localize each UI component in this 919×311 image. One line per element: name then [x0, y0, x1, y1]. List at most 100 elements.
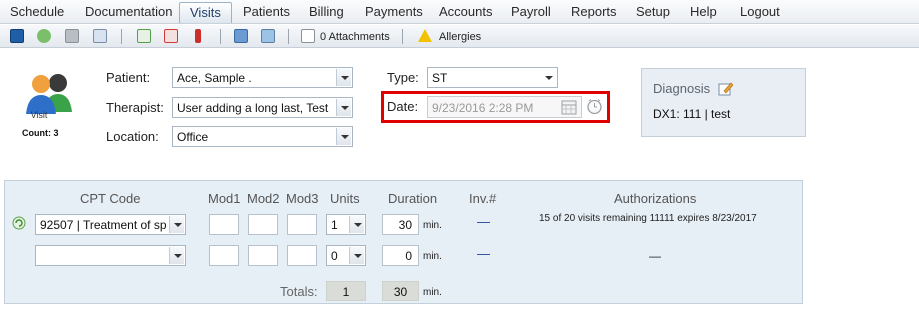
- chevron-down-icon[interactable]: [349, 247, 364, 264]
- sign-icon[interactable]: [195, 29, 201, 43]
- allergies-label[interactable]: Allergies: [439, 31, 481, 43]
- duration-value: 30: [398, 218, 412, 232]
- location-select[interactable]: Office: [172, 126, 353, 147]
- image-icon[interactable]: [261, 29, 275, 43]
- menu-payments[interactable]: Payments: [365, 4, 423, 19]
- header-authorizations: Authorizations: [614, 191, 697, 206]
- units-select-row1[interactable]: 1: [326, 214, 366, 235]
- type-select[interactable]: ST: [427, 67, 558, 88]
- diagnosis-line: DX1: 111 | test: [653, 107, 731, 121]
- chevron-down-icon[interactable]: [336, 99, 351, 116]
- units-value: 1: [331, 218, 338, 232]
- duration-unit: min.: [423, 251, 442, 262]
- toolbar-separator: [288, 29, 289, 44]
- type-label: Type:: [387, 70, 419, 85]
- chevron-down-icon[interactable]: [541, 69, 556, 86]
- date-value: 9/23/2016 2:28 PM: [432, 101, 534, 115]
- menu-payroll[interactable]: Payroll: [511, 4, 551, 19]
- toolbar-separator: [121, 29, 122, 44]
- duration-input-row2[interactable]: 0: [382, 245, 419, 266]
- save-icon[interactable]: [10, 29, 24, 43]
- header-mod3: Mod3: [286, 191, 319, 206]
- menu-patients[interactable]: Patients: [243, 4, 290, 19]
- header-cpt-code: CPT Code: [80, 191, 141, 206]
- chevron-down-icon[interactable]: [169, 216, 184, 233]
- menu-schedule[interactable]: Schedule: [10, 4, 64, 19]
- menu-accounts[interactable]: Accounts: [439, 4, 492, 19]
- attachments-label[interactable]: 0 Attachments: [320, 31, 390, 43]
- totals-duration-value: 30: [393, 285, 408, 299]
- date-input[interactable]: 9/23/2016 2:28 PM: [427, 96, 582, 118]
- location-value: Office: [177, 130, 209, 144]
- toolbar-separator: [402, 29, 403, 44]
- toolbar-separator: [220, 29, 221, 44]
- refresh-icon[interactable]: [37, 29, 51, 43]
- menu-help[interactable]: Help: [690, 4, 717, 19]
- mod3-input[interactable]: [287, 214, 317, 235]
- mod2-input[interactable]: [248, 214, 278, 235]
- duration-value: 0: [405, 249, 412, 263]
- date-label: Date:: [387, 99, 419, 114]
- therapist-value: User adding a long last, Test: [177, 101, 329, 115]
- header-mod1: Mod1: [208, 191, 241, 206]
- header-duration: Duration: [388, 191, 438, 206]
- totals-units: 1: [326, 281, 366, 301]
- mod1-input[interactable]: [209, 214, 239, 235]
- mod2-input[interactable]: [248, 245, 278, 266]
- patient-value: Ace, Sample .: [177, 71, 252, 85]
- menu-reports[interactable]: Reports: [571, 4, 617, 19]
- duration-input-row1[interactable]: 30: [382, 214, 419, 235]
- patient-select[interactable]: Ace, Sample .: [172, 67, 353, 88]
- type-value: ST: [432, 71, 448, 85]
- chevron-down-icon[interactable]: [349, 216, 364, 233]
- chevron-down-icon[interactable]: [169, 247, 184, 264]
- calendar-icon[interactable]: [561, 99, 577, 115]
- header-inv: Inv.#: [469, 191, 497, 206]
- cpt-select-row1[interactable]: 92507 | Treatment of sp: [35, 214, 186, 235]
- menu-billing[interactable]: Billing: [309, 4, 344, 19]
- units-select-row2[interactable]: 0: [326, 245, 366, 266]
- mod1-input[interactable]: [209, 245, 239, 266]
- totals-units-value: 1: [342, 285, 350, 299]
- inv-link-row2[interactable]: —: [477, 246, 490, 261]
- refresh-row-icon[interactable]: [12, 216, 26, 230]
- attachment-icon[interactable]: [301, 29, 315, 43]
- warning-icon[interactable]: [418, 29, 432, 42]
- patient-label: Patient:: [106, 70, 151, 85]
- diagnosis-title: Diagnosis: [653, 81, 711, 96]
- delete-icon[interactable]: [164, 29, 178, 43]
- units-value: 0: [331, 249, 338, 263]
- cpt-value: 92507 | Treatment of sp: [40, 218, 167, 232]
- menu-documentation[interactable]: Documentation: [85, 4, 172, 19]
- authorization-text-row2: —: [649, 249, 661, 263]
- menu-visits[interactable]: Visits: [179, 2, 232, 23]
- therapist-label: Therapist:: [106, 100, 164, 115]
- clock-icon[interactable]: [586, 98, 603, 115]
- duration-unit: min.: [423, 220, 442, 231]
- cpt-select-row2[interactable]: [35, 245, 186, 266]
- people-icon[interactable]: [234, 29, 248, 43]
- authorization-text-row1: 15 of 20 visits remaining 11111 expires …: [539, 213, 757, 224]
- menu-logout[interactable]: Logout: [740, 4, 780, 19]
- main-menu-bar: Schedule Documentation Visits Patients B…: [0, 0, 919, 24]
- diagnosis-panel: Diagnosis DX1: 111 | test: [641, 68, 806, 137]
- approve-icon[interactable]: [137, 29, 151, 43]
- totals-duration: 30: [382, 281, 419, 301]
- toolbar: 0 Attachments Allergies: [0, 25, 919, 48]
- header-mod2: Mod2: [247, 191, 280, 206]
- chevron-down-icon[interactable]: [336, 69, 351, 86]
- menu-setup[interactable]: Setup: [636, 4, 670, 19]
- chevron-down-icon[interactable]: [336, 128, 351, 145]
- therapist-select[interactable]: User adding a long last, Test: [172, 97, 353, 118]
- totals-label: Totals:: [280, 284, 318, 299]
- edit-diagnosis-icon[interactable]: [718, 81, 733, 96]
- visit-label: Visit: [30, 110, 48, 120]
- edit-note-icon[interactable]: [93, 29, 107, 43]
- totals-unit-label: min.: [423, 287, 442, 298]
- inv-link-row1[interactable]: —: [477, 214, 490, 229]
- mod3-input[interactable]: [287, 245, 317, 266]
- visit-count: Count: 3: [22, 128, 59, 138]
- header-units: Units: [330, 191, 360, 206]
- location-label: Location:: [106, 129, 159, 144]
- print-icon[interactable]: [65, 29, 79, 43]
